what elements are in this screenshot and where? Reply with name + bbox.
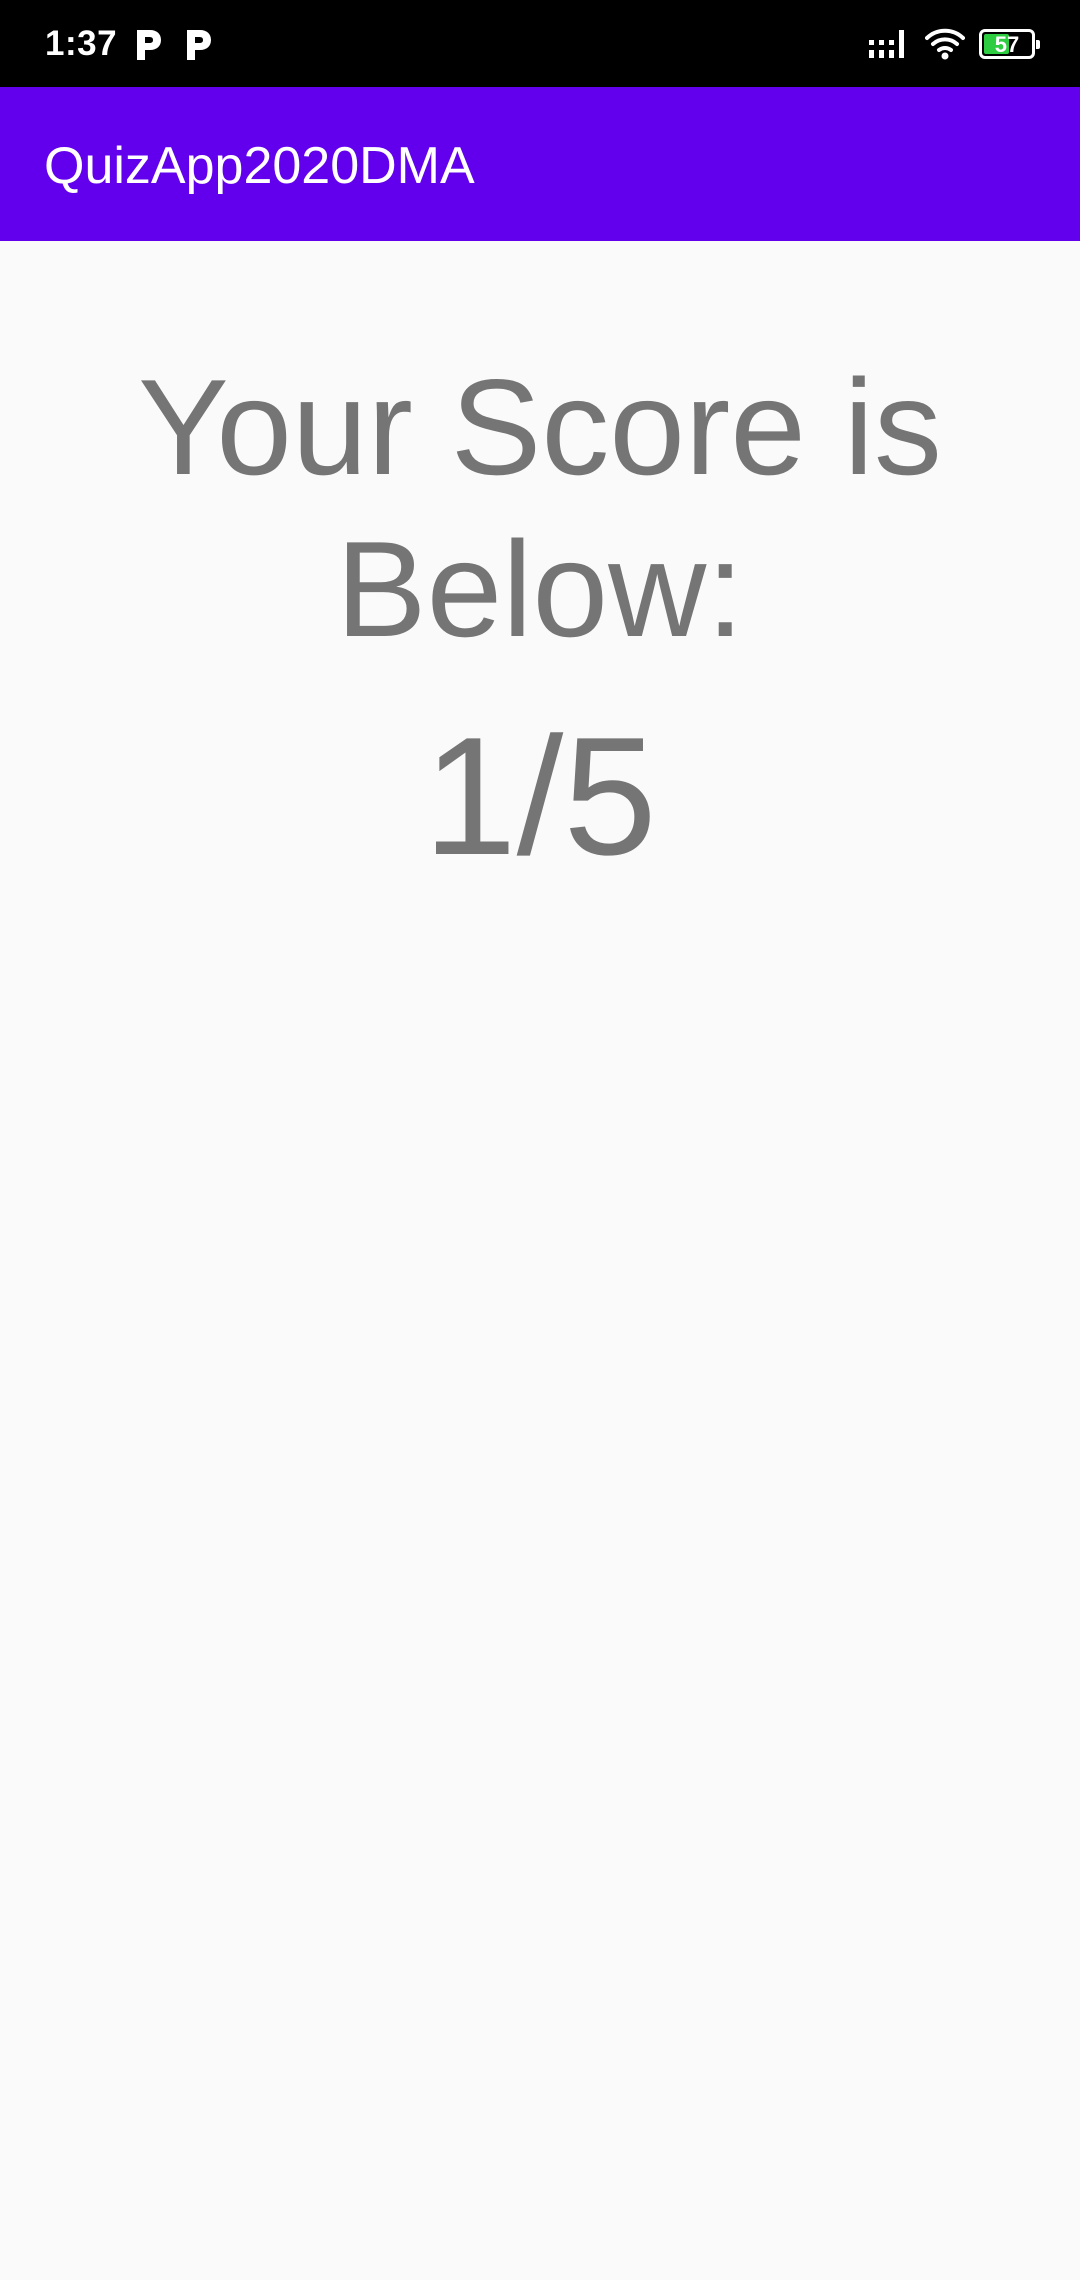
status-time: 1:37 <box>45 24 118 63</box>
signal-icon <box>869 30 904 58</box>
status-bar: 1:37 57 <box>0 0 1080 87</box>
app-title: QuizApp2020DMA <box>44 137 475 195</box>
parking-icon <box>187 30 211 60</box>
battery-level: 57 <box>994 32 1020 57</box>
score-screen: Your Score is Below: 1/5 <box>0 241 1080 2280</box>
wifi-icon <box>925 28 965 60</box>
status-icons: 57 <box>867 26 1040 62</box>
battery-icon: 57 <box>979 29 1040 59</box>
parking-icon <box>137 30 161 60</box>
score-value: 1/5 <box>423 702 657 890</box>
app-bar: QuizApp2020DMA <box>0 87 1080 241</box>
score-heading: Your Score is Below: <box>138 351 942 665</box>
battery-tip <box>1036 40 1040 49</box>
